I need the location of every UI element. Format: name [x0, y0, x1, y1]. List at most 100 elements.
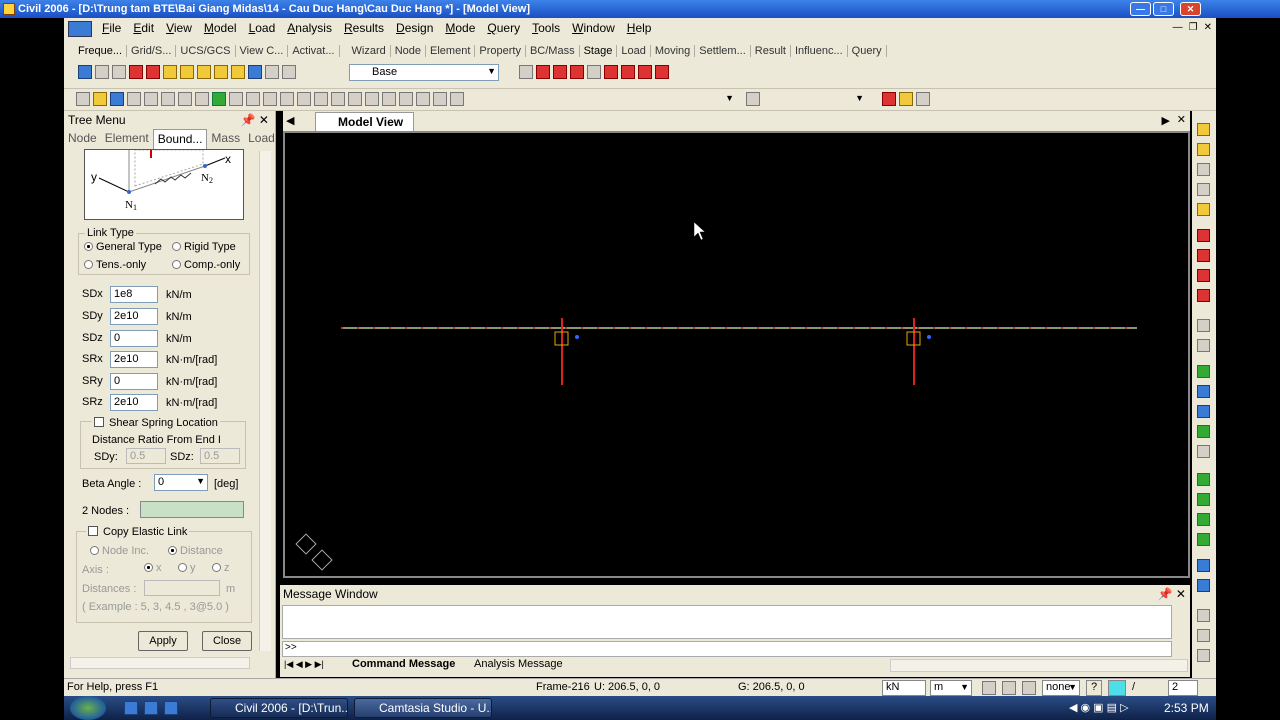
close-window-button[interactable]: ✕: [1180, 2, 1201, 16]
activate-icon[interactable]: [231, 65, 245, 79]
node-num-icon[interactable]: [450, 92, 464, 106]
stage-graph-icon[interactable]: [587, 65, 601, 79]
tab-bc-mass[interactable]: BC/Mass: [526, 45, 580, 57]
close-icon[interactable]: 📌 ✕: [1158, 587, 1186, 601]
tree-tab-boundary[interactable]: Bound...: [152, 129, 208, 149]
help-icon[interactable]: ?: [1086, 680, 1102, 696]
select-intersect-icon[interactable]: [214, 65, 228, 79]
unit-icon[interactable]: [882, 92, 896, 106]
stage-first-icon[interactable]: [570, 65, 584, 79]
tree-tab-mass[interactable]: Mass: [207, 129, 244, 149]
mdi-minimize-button[interactable]: —: [1173, 22, 1183, 33]
tree-tab-load[interactable]: Load: [244, 129, 279, 149]
radio-distance[interactable]: Distance: [168, 545, 223, 557]
tab-activation[interactable]: Activat...: [288, 45, 340, 57]
length-unit-select[interactable]: m ▼: [930, 680, 972, 696]
stage-bc-icon[interactable]: [604, 65, 618, 79]
lock-icon[interactable]: [899, 92, 913, 106]
srx-input[interactable]: 2e10: [110, 351, 158, 368]
tab-frequency[interactable]: Freque...: [74, 45, 128, 57]
dynamic-view-icon[interactable]: [1197, 319, 1210, 332]
apply-button[interactable]: Apply: [138, 631, 188, 651]
rotate-y-icon[interactable]: [1197, 493, 1210, 506]
distances-input[interactable]: [144, 580, 220, 596]
grid-snap-icon[interactable]: [1002, 681, 1016, 695]
color-box[interactable]: [1108, 680, 1126, 696]
menu-model[interactable]: Model: [198, 18, 243, 39]
delete-icon[interactable]: [127, 92, 141, 106]
menu-results[interactable]: Results: [338, 18, 390, 39]
perspective-icon[interactable]: [246, 92, 260, 106]
close-icon[interactable]: 📌 ✕: [241, 113, 269, 127]
radio-axis-z[interactable]: z: [212, 562, 230, 574]
display-option-icon[interactable]: [382, 92, 396, 106]
zoom-out-icon[interactable]: [1197, 183, 1210, 196]
pan-move-icon[interactable]: [1197, 629, 1210, 642]
menu-window[interactable]: Window: [566, 18, 621, 39]
print-view-icon[interactable]: [1197, 559, 1210, 572]
menu-analysis[interactable]: Analysis: [281, 18, 338, 39]
close-button[interactable]: Close: [202, 631, 252, 651]
menu-file[interactable]: File: [96, 18, 127, 39]
tab-nav-icon[interactable]: |◀ ◀ ▶ ▶|: [284, 659, 324, 670]
snap-icon[interactable]: [982, 681, 996, 695]
tree-tab-element[interactable]: Element: [101, 129, 153, 149]
print-preview-icon[interactable]: [195, 92, 209, 106]
redo-icon[interactable]: [161, 92, 175, 106]
beta-angle-select[interactable]: 0 ▼: [154, 474, 208, 491]
select-window-icon[interactable]: [95, 65, 109, 79]
arrow-down-icon[interactable]: [1197, 289, 1210, 302]
print-icon[interactable]: [178, 92, 192, 106]
menu-view[interactable]: View: [160, 18, 198, 39]
tab-result[interactable]: Result: [751, 45, 791, 57]
command-input[interactable]: >>: [282, 641, 1172, 657]
stage-combo[interactable]: Base ▼: [349, 64, 499, 81]
axis-view-icon[interactable]: [1197, 339, 1210, 352]
shrink-icon[interactable]: [229, 92, 243, 106]
stage-prev-icon[interactable]: [536, 65, 550, 79]
zoom-all-icon[interactable]: [1197, 203, 1210, 216]
nodes-input[interactable]: [140, 501, 244, 518]
perspective-view-icon[interactable]: [1197, 445, 1210, 458]
copy-elastic-link-checkbox[interactable]: Copy Elastic Link: [86, 526, 190, 538]
shear-sdz-input[interactable]: 0.5: [200, 448, 240, 464]
start-button[interactable]: [70, 696, 106, 720]
tab-wizard[interactable]: Wizard: [348, 45, 391, 57]
rotate-x-icon[interactable]: [1197, 473, 1210, 486]
select-plane-icon[interactable]: [197, 65, 211, 79]
radio-general-type[interactable]: General Type: [84, 241, 162, 253]
undo-icon[interactable]: [144, 92, 158, 106]
zoom-in-icon[interactable]: [1197, 163, 1210, 176]
sdy-input[interactable]: 2e10: [110, 308, 158, 325]
radio-axis-y[interactable]: y: [178, 562, 196, 574]
select-polygon-icon[interactable]: [112, 65, 126, 79]
orbit-move-icon[interactable]: [1197, 649, 1210, 662]
force-unit-select[interactable]: kN: [882, 680, 926, 696]
doc-icon[interactable]: [68, 20, 92, 37]
boundary-icon[interactable]: [746, 92, 760, 106]
menu-tools[interactable]: Tools: [526, 18, 566, 39]
tree-tab-node[interactable]: Node: [64, 129, 101, 149]
tab-influence[interactable]: Influenc...: [791, 45, 848, 57]
orbit-icon[interactable]: [433, 92, 447, 106]
tab-scroll-left-icon[interactable]: ◀: [286, 114, 294, 127]
display-icon[interactable]: [248, 65, 262, 79]
stage-last-icon[interactable]: [655, 65, 669, 79]
radio-node-inc[interactable]: Node Inc.: [90, 545, 149, 557]
tab-model-view[interactable]: Model View: [315, 112, 415, 131]
side-cube-icon[interactable]: [1197, 425, 1210, 438]
sdz-input[interactable]: 0: [110, 330, 158, 347]
arrow-left-icon[interactable]: [1197, 229, 1210, 242]
undo-select-icon[interactable]: [282, 65, 296, 79]
radio-tens-only[interactable]: Tens.-only: [84, 259, 146, 271]
select-icon[interactable]: [78, 65, 92, 79]
stage-load-icon[interactable]: [638, 65, 652, 79]
minimize-button[interactable]: —: [1130, 2, 1151, 16]
tab-stage[interactable]: Stage: [580, 45, 618, 57]
tray-icons[interactable]: ◀ ◉ ▣ ▤ ▷: [1069, 701, 1129, 714]
tab-property[interactable]: Property: [475, 45, 526, 57]
lock-gray-icon[interactable]: [916, 92, 930, 106]
model-canvas[interactable]: [283, 131, 1190, 578]
tab-settlement[interactable]: Settlem...: [695, 45, 751, 57]
menu-edit[interactable]: Edit: [127, 18, 160, 39]
